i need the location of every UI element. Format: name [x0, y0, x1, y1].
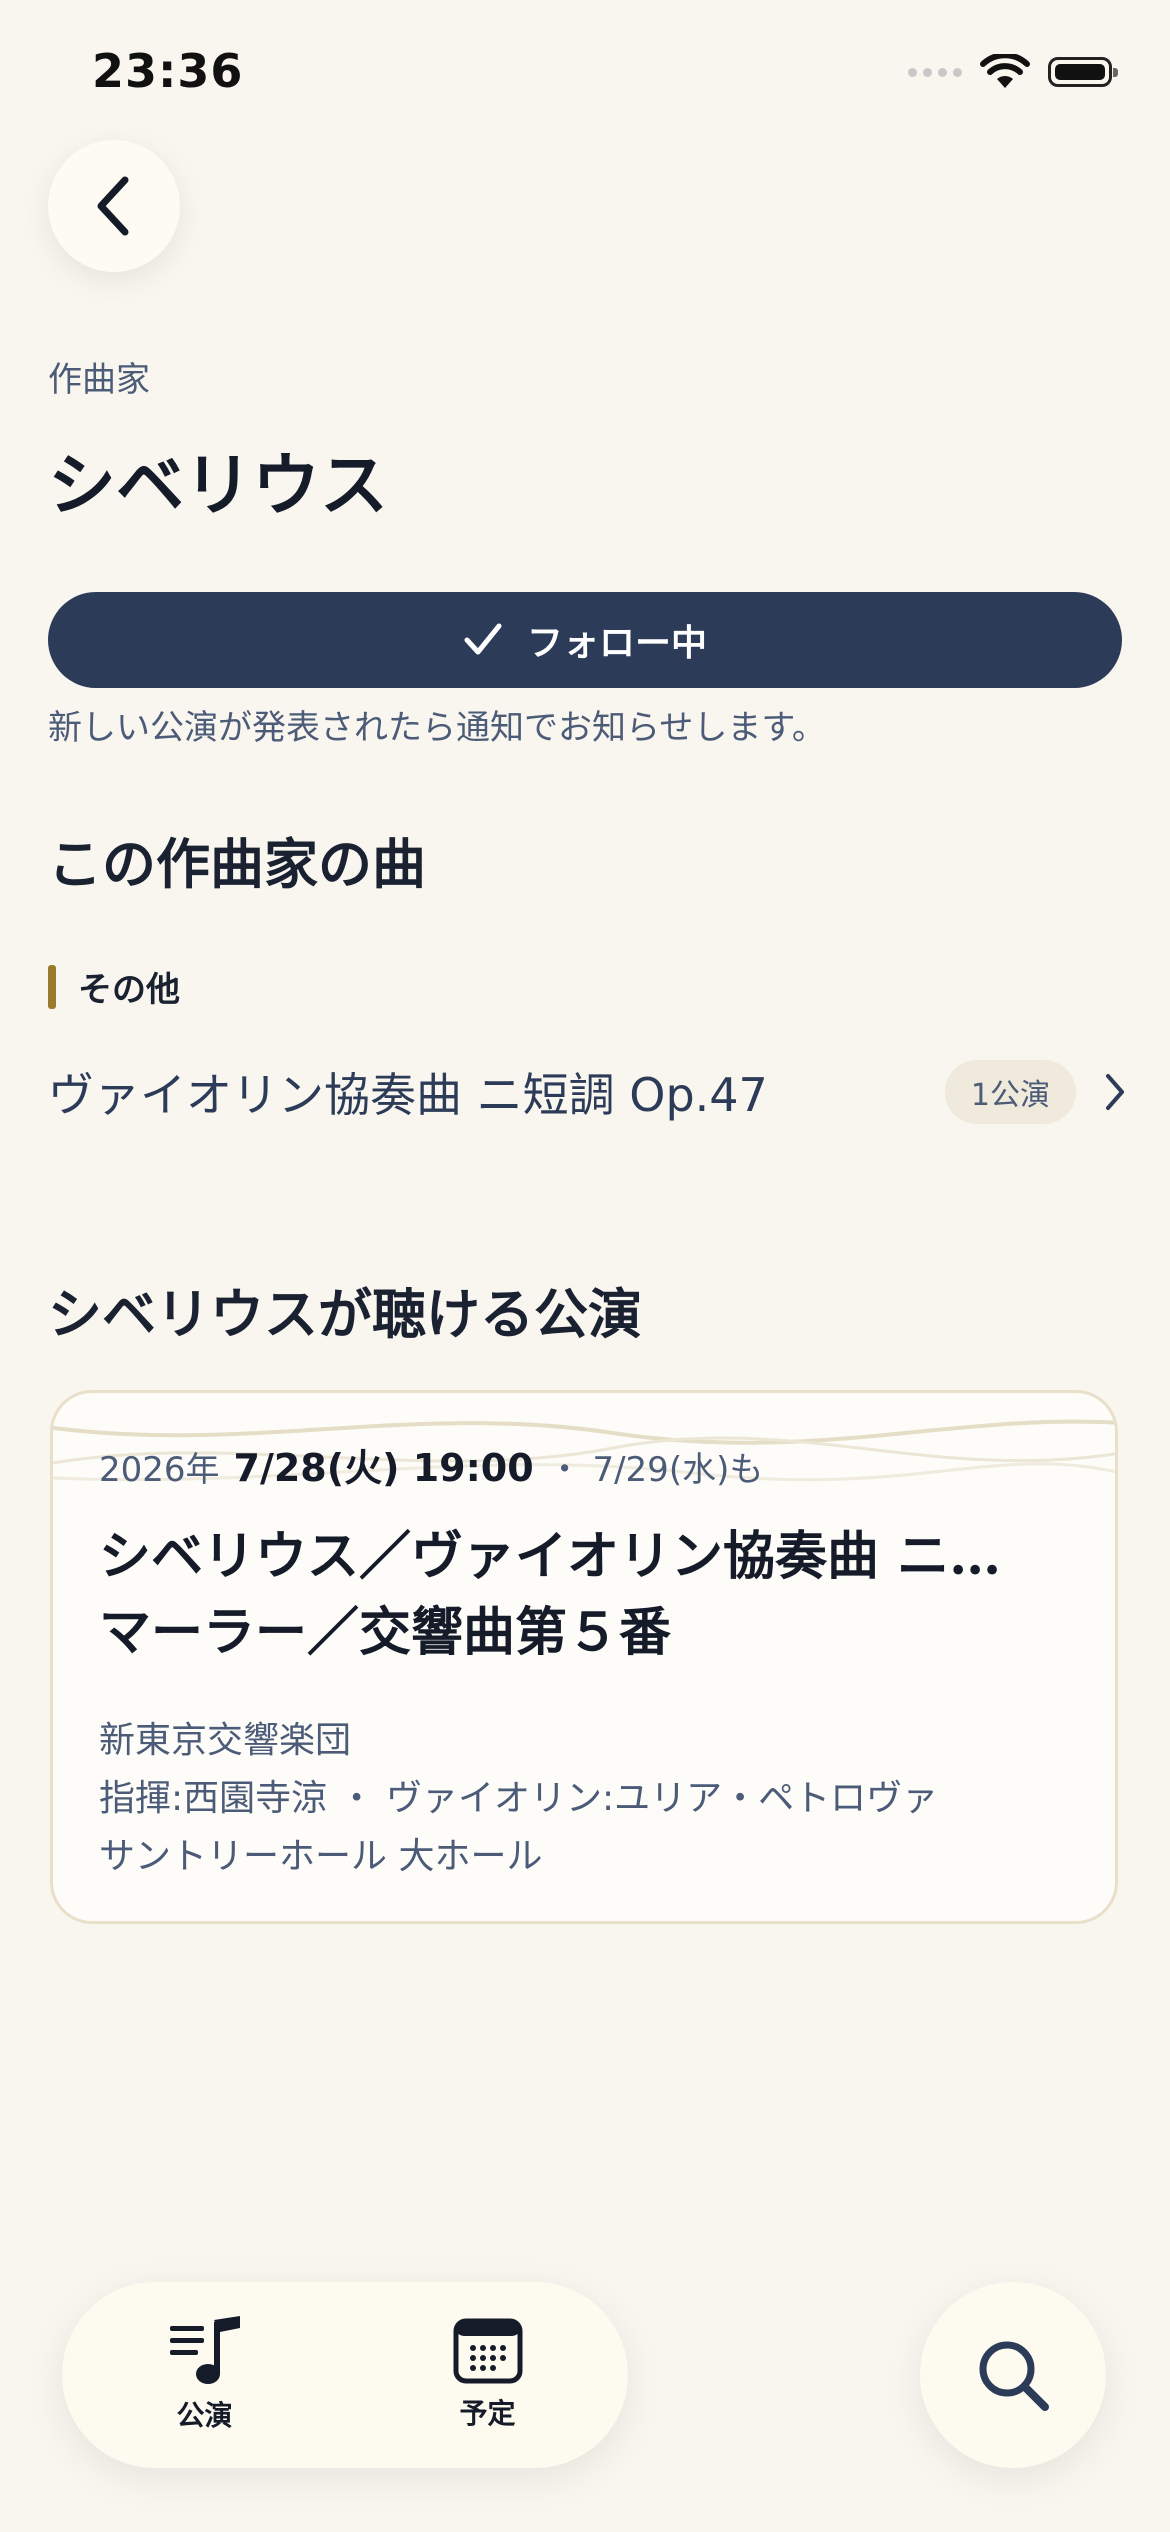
concert-venue: サントリーホール 大ホール [99, 1836, 543, 1877]
category-label: その他 [78, 970, 180, 1010]
tab-bar: 公演 予定 [62, 2282, 628, 2468]
tab-label: 公演 [176, 2399, 233, 2432]
works-category: その他 [48, 962, 180, 1011]
concert-card[interactable]: 2026年 7/28(火) 19:00 ・ 7/29(水)も シベリウス／ヴァイ… [50, 1390, 1118, 1924]
tab-label: 予定 [459, 2397, 516, 2430]
tab-concerts[interactable]: 公演 [168, 2316, 242, 2434]
calendar-icon [453, 2318, 522, 2384]
page-kicker: 作曲家 [48, 360, 150, 400]
checkmark-icon [464, 623, 502, 655]
concert-title-line: シベリウス／ヴァイオリン協奏曲 ニ… [99, 1526, 1002, 1587]
work-title: ヴァイオリン協奏曲 ニ短調 Op.47 [48, 1068, 768, 1122]
tab-schedule[interactable]: 予定 [453, 2318, 523, 2432]
cellular-signal-icon [908, 67, 962, 77]
status-icons [908, 54, 1118, 90]
work-item[interactable]: ヴァイオリン協奏曲 ニ短調 Op.47 1公演 [48, 1050, 1128, 1134]
concert-performers: 指揮:西園寺涼 ・ ヴァイオリン:ユリア・ペトロヴァ [99, 1778, 939, 1819]
concerts-section-heading: シベリウスが聴ける公演 [48, 1283, 642, 1346]
music-list-icon [169, 2316, 240, 2384]
chevron-left-icon [97, 176, 129, 236]
search-icon [979, 2341, 1049, 2411]
follow-note: 新しい公演が発表されたら通知でお知らせします。 [48, 708, 826, 748]
concert-title: シベリウス／ヴァイオリン協奏曲 ニ… マーラー／交響曲第５番 [99, 1519, 1059, 1671]
concert-also-date: ・ 7/29(水)も [547, 1450, 764, 1490]
status-time: 23:36 [92, 44, 244, 98]
concert-date: 2026年 7/28(火) 19:00 ・ 7/29(水)も [99, 1437, 763, 1492]
page-title: シベリウス [48, 446, 389, 526]
concert-title-line: マーラー／交響曲第５番 [99, 1602, 672, 1663]
concert-year: 2026年 [99, 1450, 220, 1490]
category-accent-bar [48, 964, 56, 1009]
following-button[interactable]: フォロー中 [48, 592, 1122, 688]
wifi-icon [980, 54, 1030, 88]
works-section-heading: この作曲家の曲 [48, 833, 426, 896]
concert-date-time: 7/28(火) 19:00 [233, 1446, 534, 1490]
chevron-right-icon [1106, 1074, 1124, 1110]
back-button[interactable] [48, 140, 180, 272]
performance-count-badge: 1公演 [944, 1060, 1076, 1124]
search-button[interactable] [920, 2282, 1106, 2468]
concert-orchestra: 新東京交響楽団 [99, 1720, 352, 1761]
battery-icon [1048, 57, 1118, 87]
following-label: フォロー中 [526, 623, 707, 664]
